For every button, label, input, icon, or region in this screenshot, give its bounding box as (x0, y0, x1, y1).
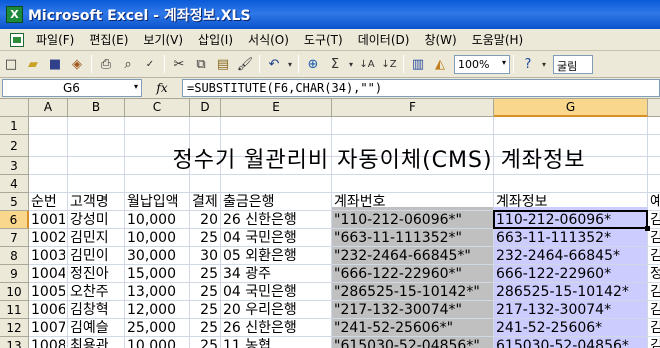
zoom-select[interactable]: 100% ▾ (454, 54, 510, 74)
row-header-4[interactable]: 4 (0, 175, 29, 193)
undo-icon[interactable]: ↶ (264, 54, 284, 74)
row-header-10[interactable]: 10 (0, 283, 29, 301)
zoom-value: 100% (458, 57, 490, 71)
autosum-icon[interactable]: Σ (325, 54, 345, 74)
name-box-value: G6 (63, 81, 80, 95)
row-header-11[interactable]: 11 (0, 301, 29, 319)
new-document-icon[interactable]: □ (1, 54, 21, 74)
print-preview-icon[interactable]: ⌕ (118, 54, 138, 74)
menu-edit[interactable]: 편집(E) (83, 31, 137, 48)
copy-icon[interactable]: ⧉ (191, 54, 211, 74)
row-header-9[interactable]: 9 (0, 265, 29, 283)
formula-bar: G6 ▾ fx =SUBSTITUTE(F6,CHAR(34),"") (0, 78, 660, 99)
cell-payment-day[interactable]: 25 (190, 335, 218, 348)
column-header-h[interactable] (648, 99, 660, 117)
paste-icon[interactable]: ▤ (213, 54, 233, 74)
workbook-icon[interactable] (10, 32, 24, 47)
cell-seq[interactable]: 1008 (29, 335, 65, 348)
cell-monthly-amount[interactable]: 10,000 (125, 335, 187, 348)
row-header-12[interactable]: 12 (0, 319, 29, 337)
menu-window[interactable]: 창(W) (418, 31, 465, 48)
excel-app-icon[interactable]: X (6, 6, 23, 23)
toolbar-separator (403, 55, 404, 73)
row-header-13[interactable]: 13 (0, 337, 29, 348)
hyperlink-icon[interactable]: ⊕ (303, 54, 323, 74)
help-dropdown-icon[interactable]: ▾ (540, 54, 548, 74)
toolbar-separator (91, 55, 92, 73)
cell-customer-name[interactable]: 최용관 (68, 335, 122, 348)
chevron-down-icon[interactable]: ▾ (134, 82, 138, 91)
chart-wizard-icon[interactable]: ▥ (408, 54, 428, 74)
name-box[interactable]: G6 ▾ (2, 79, 142, 97)
autosum-dropdown-icon[interactable]: ▾ (347, 54, 355, 74)
menu-bar: 파일(F) 편집(E) 보기(V) 삽입(I) 서식(O) 도구(T) 데이터(… (0, 29, 660, 51)
font-name-select[interactable]: 굴림 (553, 54, 593, 74)
toolbar-separator (298, 55, 299, 73)
cell-area[interactable]: 정수기 월관리비 자동이체(CMS) 계좌정보 순번 고객명 월납입액 결제 출금은행 계… (29, 117, 660, 348)
column-header-c[interactable]: C (125, 99, 190, 117)
row-header-2[interactable]: 2 (0, 135, 29, 157)
drawing-icon[interactable]: ◭ (430, 54, 450, 74)
menu-view[interactable]: 보기(V) (137, 31, 192, 48)
insert-function-icon[interactable]: fx (142, 81, 182, 95)
cell-bank[interactable]: 11 농협 (221, 335, 329, 348)
fill-handle[interactable] (645, 226, 650, 231)
row-header-1[interactable]: 1 (0, 117, 29, 135)
cut-icon[interactable]: ✂ (169, 54, 189, 74)
menu-format[interactable]: 서식(O) (242, 31, 298, 48)
row-header-6[interactable]: 6 (0, 211, 29, 229)
cell-account-info[interactable]: 615030-52-04856* (494, 335, 645, 348)
format-painter-icon[interactable]: 🖌 (235, 54, 255, 74)
row-header-7[interactable]: 7 (0, 229, 29, 247)
formula-input[interactable]: =SUBSTITUTE(F6,CHAR(34),"") (182, 79, 660, 97)
toolbar-separator (259, 55, 260, 73)
cell-h-partial[interactable]: 김 (648, 335, 660, 348)
menu-insert[interactable]: 삽입(I) (192, 31, 242, 48)
column-header-f[interactable]: F (332, 99, 494, 117)
column-header-b[interactable]: B (68, 99, 125, 117)
open-folder-icon[interactable]: ▰ (23, 54, 43, 74)
permission-icon[interactable]: ◈ (67, 54, 87, 74)
worksheet-grid[interactable]: ABCDEFG 1 2 3 4 5 6 7 8 9 10 11 12 13 정수기 월관리비 자동이체(… (0, 99, 660, 348)
menu-data[interactable]: 데이터(D) (352, 31, 419, 48)
row-header-8[interactable]: 8 (0, 247, 29, 265)
gridline-horizontal (29, 174, 660, 175)
row-header-3[interactable]: 3 (0, 157, 29, 175)
chevron-down-icon: ▾ (501, 57, 506, 67)
menu-file[interactable]: 파일(F) (30, 31, 83, 48)
toolbar-separator (513, 55, 514, 73)
toolbar-separator (164, 55, 165, 73)
sort-ascending-icon[interactable]: ↓A (357, 54, 377, 74)
window-title: Microsoft Excel - 계좌정보.XLS (28, 7, 251, 24)
gridline-horizontal (29, 134, 660, 135)
undo-dropdown-icon[interactable]: ▾ (286, 54, 294, 74)
standard-toolbar: □ ▰ ■ ◈ ⎙ ⌕ ✓ ✂ ⧉ ▤ 🖌 ↶ ▾ ⊕ Σ ▾ ↓A ↓Z ▥ … (0, 51, 660, 78)
title-bar: X Microsoft Excel - 계좌정보.XLS (0, 0, 660, 29)
spelling-icon[interactable]: ✓ (140, 54, 160, 74)
sort-descending-icon[interactable]: ↓Z (379, 54, 399, 74)
save-icon[interactable]: ■ (45, 54, 65, 74)
print-icon[interactable]: ⎙ (96, 54, 116, 74)
sheet-title[interactable]: 정수기 월관리비 자동이체(CMS) 계좌정보 (139, 142, 619, 174)
column-header-d[interactable]: D (190, 99, 221, 117)
menu-help[interactable]: 도움말(H) (466, 31, 533, 48)
column-headers: ABCDEFG (0, 99, 660, 117)
row-header-5[interactable]: 5 (0, 193, 29, 211)
column-header-a[interactable]: A (29, 99, 68, 117)
column-header-g[interactable]: G (494, 99, 648, 117)
cell-account-number[interactable]: "615030-52-04856*" (332, 335, 491, 348)
column-header-e[interactable]: E (221, 99, 332, 117)
help-icon[interactable]: ? (518, 54, 538, 74)
menu-tools[interactable]: 도구(T) (298, 31, 352, 48)
